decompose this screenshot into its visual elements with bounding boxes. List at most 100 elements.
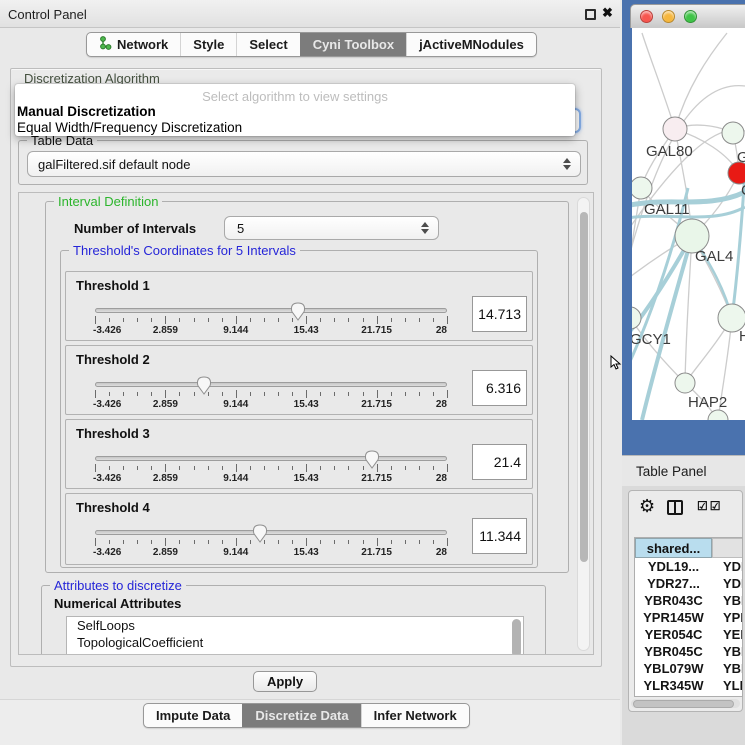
network-canvas[interactable]: GAL80GCGAL11GAL4GCY1HHAP2 bbox=[632, 28, 745, 420]
threshold-slider-track-4[interactable] bbox=[95, 530, 447, 535]
table-row[interactable]: YPR145WYPR1 bbox=[635, 609, 742, 626]
tick-mark bbox=[334, 540, 335, 544]
tick-mark bbox=[123, 540, 124, 544]
threshold-panel-4: Threshold 4-3.4262.8599.14415.4321.71528… bbox=[65, 493, 533, 565]
network-node-c[interactable] bbox=[728, 162, 745, 184]
cell-shared-name: YBL079W bbox=[635, 660, 712, 677]
tick-label: 2.859 bbox=[153, 325, 178, 336]
tab-select[interactable]: Select bbox=[236, 33, 299, 56]
tick-mark bbox=[222, 466, 223, 470]
attributes-list-scrollbar[interactable] bbox=[512, 619, 521, 655]
cell-shared-name: YLR345W bbox=[635, 677, 712, 694]
apply-button[interactable]: Apply bbox=[253, 671, 317, 692]
table-horizontal-scrollbar[interactable] bbox=[631, 699, 740, 708]
tab-cyni-toolbox[interactable]: Cyni Toolbox bbox=[300, 33, 406, 56]
tick-mark bbox=[306, 538, 307, 546]
tick-mark bbox=[391, 318, 392, 322]
tab-impute-data[interactable]: Impute Data bbox=[144, 704, 242, 727]
popup-option-equal-width[interactable]: Equal Width/Frequency Discretization bbox=[17, 120, 242, 135]
tick-mark bbox=[348, 466, 349, 470]
tick-mark bbox=[292, 318, 293, 322]
tick-mark bbox=[377, 390, 378, 398]
tick-mark bbox=[306, 464, 307, 472]
network-node-gal11[interactable] bbox=[632, 177, 652, 199]
tick-mark bbox=[433, 466, 434, 470]
threshold-value-input-4[interactable]: 11.344 bbox=[472, 518, 527, 554]
tick-mark bbox=[320, 318, 321, 322]
network-graph: GAL80GCGAL11GAL4GCY1HHAP2 bbox=[632, 28, 745, 420]
number-of-intervals-spinner[interactable]: 5 bbox=[224, 216, 439, 240]
attribute-item-selfloops[interactable]: SelfLoops bbox=[67, 617, 523, 634]
number-of-intervals-label: Number of Intervals bbox=[74, 221, 196, 236]
numerical-attributes-label: Numerical Attributes bbox=[54, 596, 181, 611]
table-row[interactable]: YDR27...YDR2 bbox=[635, 575, 742, 592]
tick-mark bbox=[151, 540, 152, 544]
tick-mark bbox=[405, 466, 406, 470]
tick-mark bbox=[194, 318, 195, 322]
table-row[interactable]: YIL052CYIL0 bbox=[635, 694, 742, 697]
tab-infer-network[interactable]: Infer Network bbox=[361, 704, 469, 727]
tick-mark bbox=[208, 318, 209, 322]
table-row[interactable]: YLR345WYLR3 bbox=[635, 677, 742, 694]
checkboxes-icon[interactable]: ☑☑ bbox=[697, 499, 723, 513]
close-traffic-light[interactable] bbox=[640, 10, 653, 23]
tick-mark bbox=[194, 540, 195, 544]
gear-icon[interactable]: ⚙ bbox=[639, 496, 655, 517]
network-node-gcy1[interactable] bbox=[632, 307, 641, 329]
threshold-value-input-2[interactable]: 6.316 bbox=[472, 370, 527, 406]
tick-mark bbox=[363, 466, 364, 470]
slider-ticks bbox=[95, 316, 447, 324]
table-row[interactable]: YBR045CYBR0 bbox=[635, 643, 742, 660]
tick-mark bbox=[123, 466, 124, 470]
tick-mark bbox=[109, 540, 110, 544]
table-data-combobox[interactable]: galFiltered.sif default node bbox=[27, 151, 581, 177]
algorithm-dropdown-popup: Select algorithm to view settings Manual… bbox=[15, 84, 575, 136]
tick-mark bbox=[433, 540, 434, 544]
minimize-traffic-light[interactable] bbox=[662, 10, 675, 23]
slider-ticks bbox=[95, 390, 447, 398]
tab-jactivemnodules[interactable]: jActiveMNodules bbox=[406, 33, 536, 56]
tick-mark bbox=[278, 540, 279, 544]
threshold-value-input-1[interactable]: 14.713 bbox=[472, 296, 527, 332]
tab-style[interactable]: Style bbox=[180, 33, 236, 56]
content-vertical-scrollbar[interactable] bbox=[577, 197, 590, 651]
threshold-value-input-3[interactable]: 21.4 bbox=[472, 444, 527, 480]
table-row[interactable]: YBR043CYBR0 bbox=[635, 592, 742, 609]
table-row[interactable]: YDL19...YDL1 bbox=[635, 558, 742, 575]
network-node[interactable] bbox=[708, 410, 728, 420]
tick-mark bbox=[348, 318, 349, 322]
column-header-shared[interactable]: shared... bbox=[635, 538, 712, 558]
columns-icon[interactable] bbox=[667, 500, 683, 515]
node-label: GAL80 bbox=[646, 143, 693, 160]
network-node-g[interactable] bbox=[722, 122, 744, 144]
float-window-icon[interactable] bbox=[585, 9, 596, 20]
table-row[interactable]: YER054CYER0 bbox=[635, 626, 742, 643]
control-panel-titlebar: Control Panel ✖ bbox=[0, 0, 620, 28]
threshold-panel-1: Threshold 1-3.4262.8599.14415.4321.71528… bbox=[65, 271, 533, 341]
tab-network[interactable]: Network bbox=[87, 33, 180, 56]
cell-shared-name: YBR045C bbox=[635, 643, 712, 660]
tick-mark bbox=[348, 540, 349, 544]
network-window-titlebar bbox=[630, 4, 745, 28]
table-hscrollbar-thumb[interactable] bbox=[633, 700, 734, 708]
tick-mark bbox=[222, 318, 223, 322]
popup-option-manual[interactable]: Manual Discretization bbox=[17, 104, 156, 119]
threshold-slider-track-2[interactable] bbox=[95, 382, 447, 387]
content-scrollbar-thumb[interactable] bbox=[580, 212, 588, 562]
network-node-gal80[interactable] bbox=[663, 117, 687, 141]
attribute-item-betweennesscentrality[interactable]: BetweennessCentrality bbox=[67, 651, 523, 655]
tick-mark bbox=[95, 464, 96, 472]
tick-label: 28 bbox=[436, 325, 447, 336]
zoom-traffic-light[interactable] bbox=[684, 10, 697, 23]
attribute-item-topologicalcoefficient[interactable]: TopologicalCoefficient bbox=[67, 634, 523, 651]
close-icon[interactable]: ✖ bbox=[602, 5, 613, 21]
threshold-slider-track-1[interactable] bbox=[95, 308, 447, 313]
tick-mark bbox=[278, 466, 279, 470]
threshold-slider-track-3[interactable] bbox=[95, 456, 447, 461]
network-node-hap2[interactable] bbox=[675, 373, 695, 393]
column-header-n[interactable]: n bbox=[712, 538, 743, 558]
tab-discretize-data[interactable]: Discretize Data bbox=[242, 704, 360, 727]
tick-mark bbox=[320, 392, 321, 396]
table-row[interactable]: YBL079WYBL0 bbox=[635, 660, 742, 677]
tick-mark bbox=[405, 392, 406, 396]
